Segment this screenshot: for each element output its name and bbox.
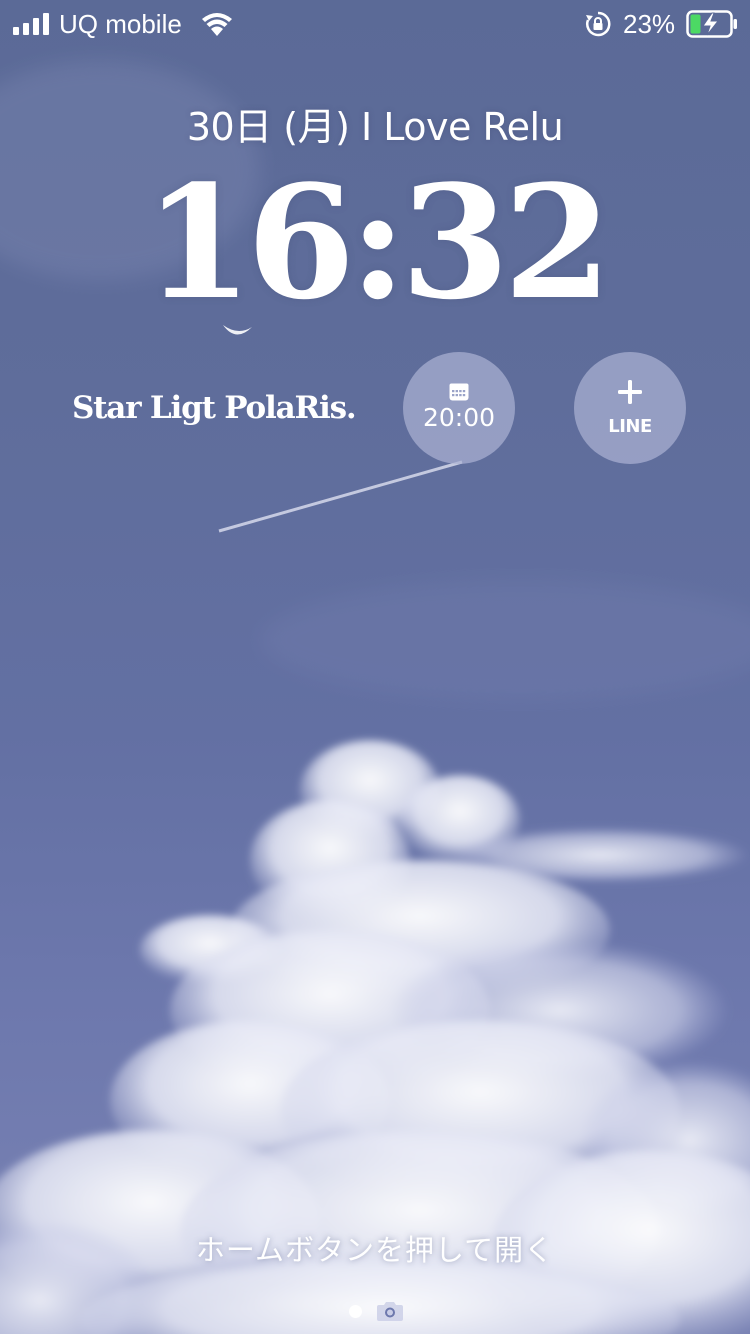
date-label: 30日 (月) I Love Relu (186, 105, 564, 149)
text-widget[interactable]: Star Ligt PolaRis. (72, 388, 357, 428)
line-label: LINE (608, 416, 652, 437)
signal-bars-icon (13, 13, 49, 35)
clock-time: 16:32 (144, 151, 612, 334)
camera-icon[interactable] (377, 1300, 403, 1321)
lock-screen: UQ mobile 23% 30日 (月) I Love Relu 16:32 … (0, 0, 750, 1334)
page-indicator-dot (349, 1305, 362, 1318)
calendar-icon (449, 383, 469, 401)
plus-icon (618, 380, 642, 404)
unlock-hint: ホームボタンを押して開く (195, 1233, 555, 1267)
carrier-name: UQ mobile (59, 9, 182, 39)
battery-percent: 23% (623, 9, 676, 39)
calendar-widget[interactable]: 20:00 (403, 352, 515, 464)
contrail (218, 460, 463, 533)
line-shortcut-widget[interactable]: LINE (574, 352, 686, 464)
status-bar: UQ mobile 23% (0, 0, 750, 50)
calendar-event-time: 20:00 (422, 403, 496, 432)
rotation-lock-icon (586, 11, 611, 37)
wifi-icon (202, 13, 232, 36)
battery-charging-icon (686, 10, 737, 38)
